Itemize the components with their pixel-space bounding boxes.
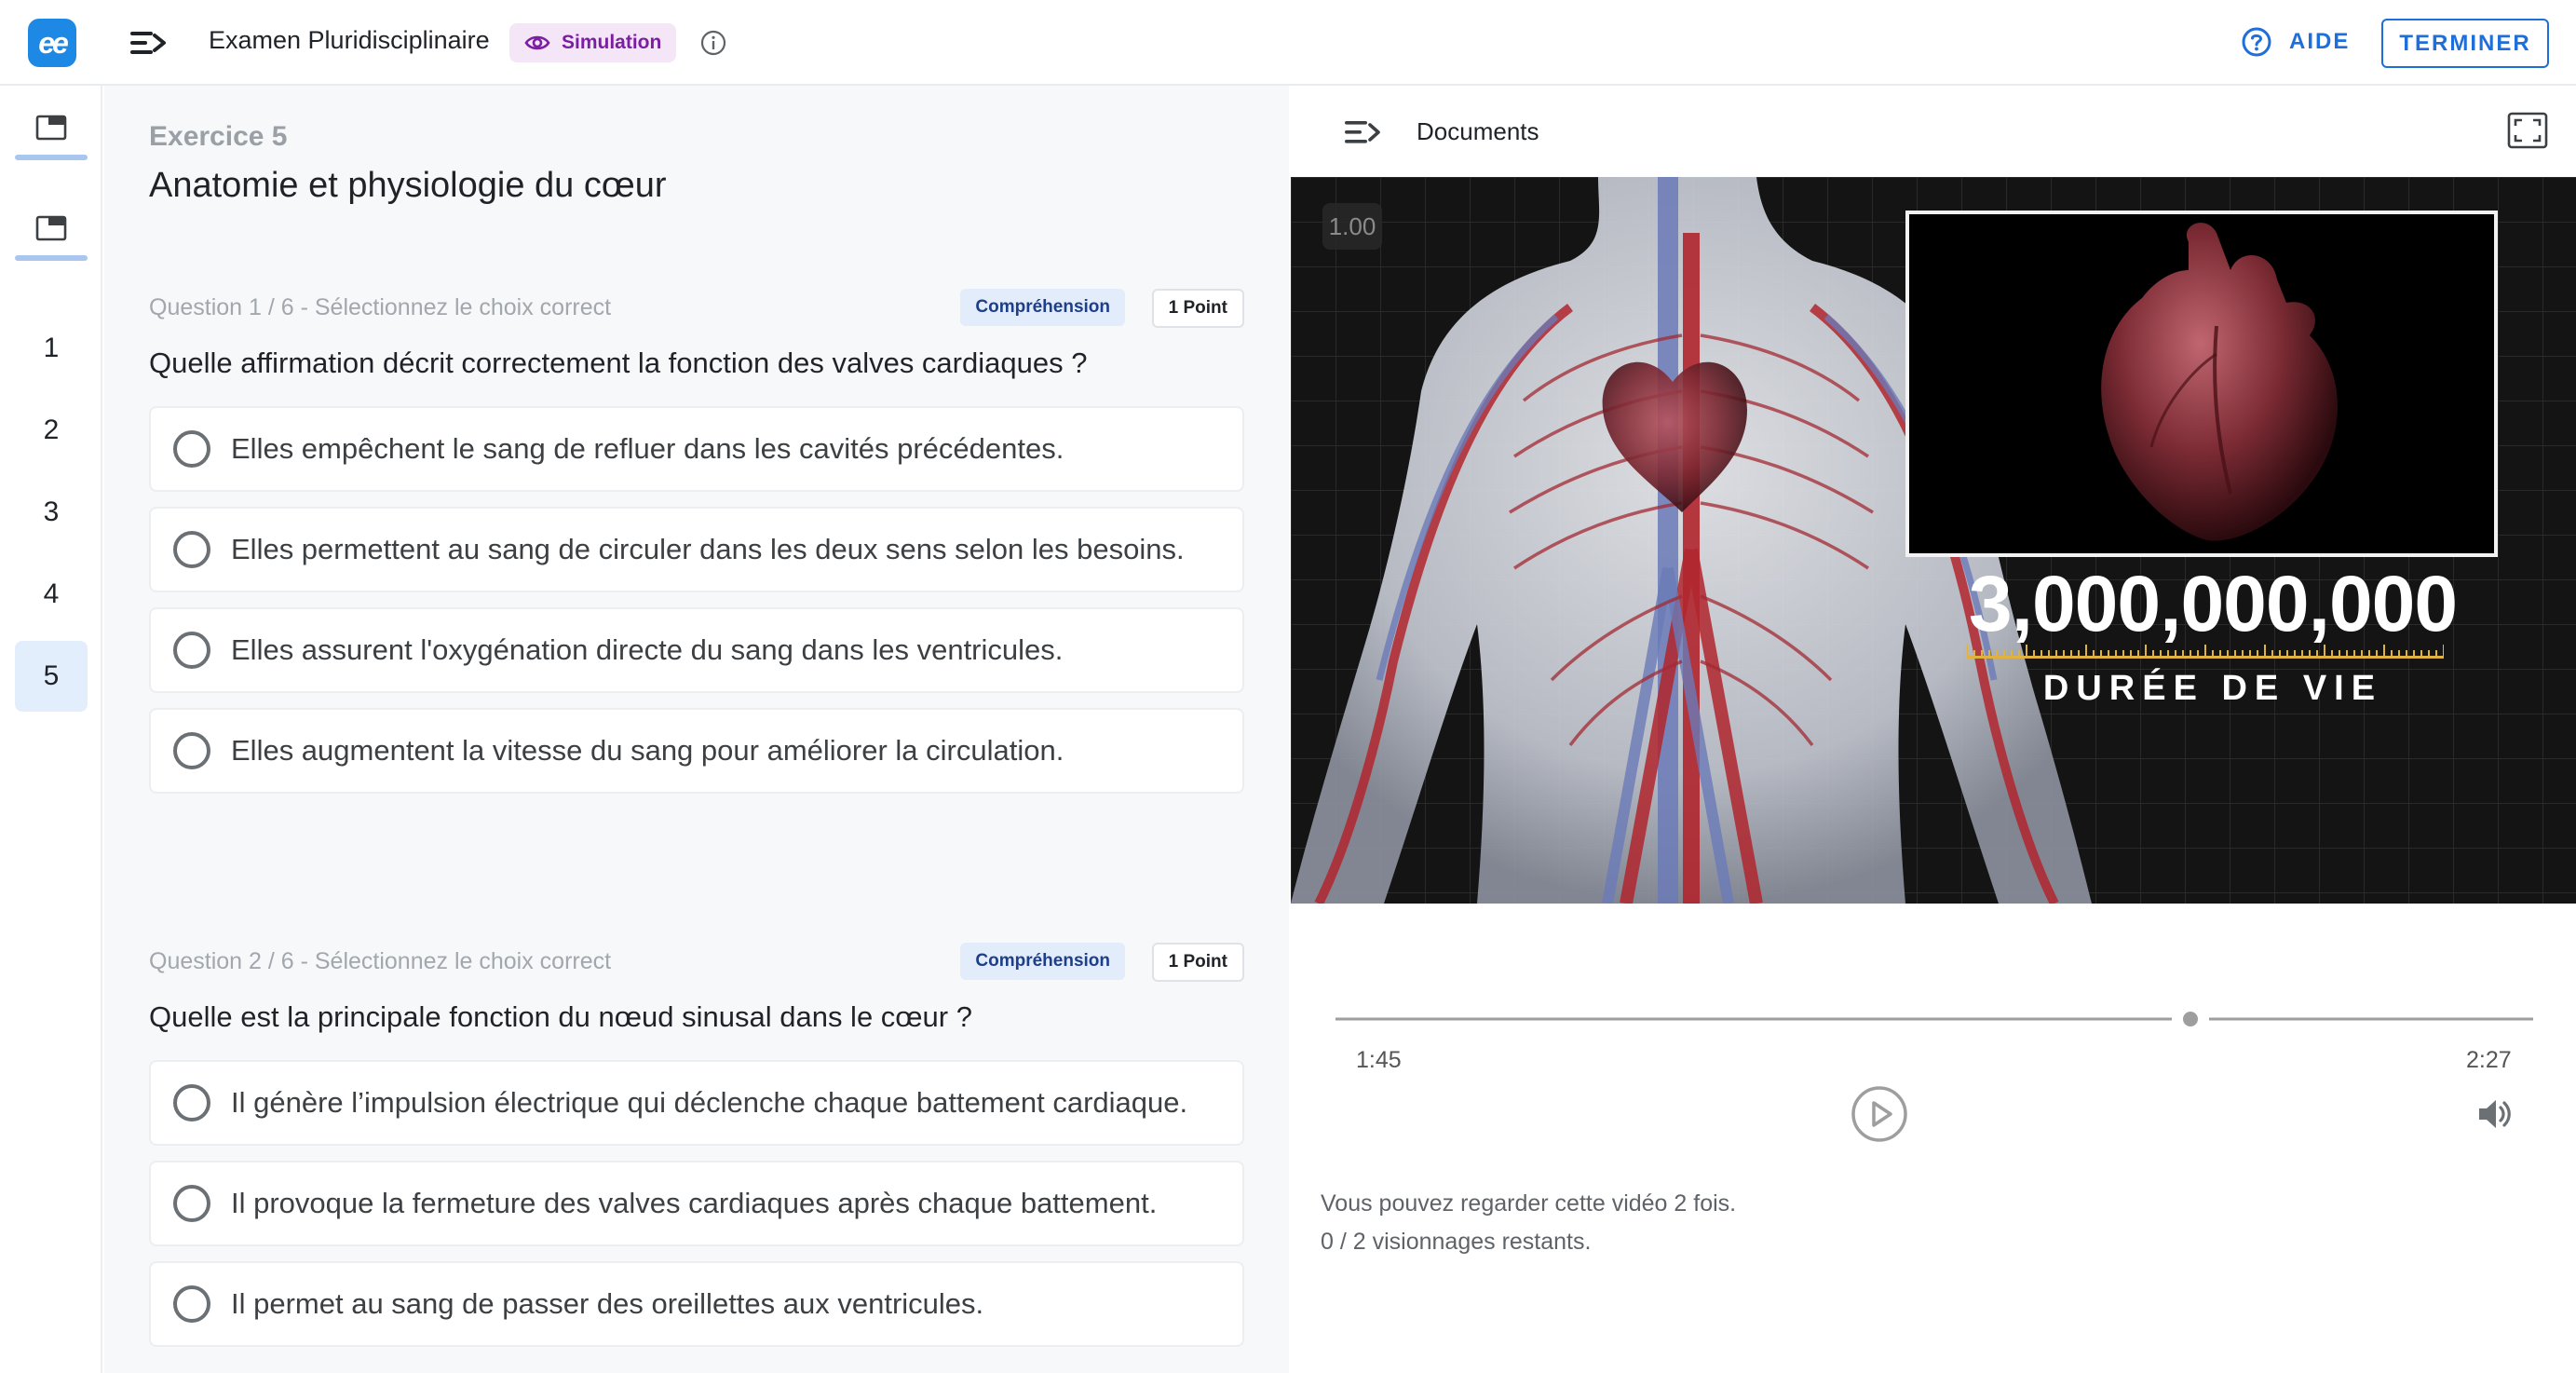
question-text: Quelle est la principale fonction du nœu… [149,1000,972,1033]
help-icon [2242,27,2271,57]
answer-option-label: Elles empêchent le sang de refluer dans … [231,432,1064,465]
heart-illustration [2101,223,2338,541]
document-icon [35,115,67,141]
total-time: 2:27 [2466,1047,2512,1073]
rail-document-toggle-1[interactable] [15,101,88,168]
document-icon [35,215,67,241]
answer-option[interactable]: Elles empêchent le sang de refluer dans … [149,406,1244,492]
simulation-badge: Simulation [509,23,677,62]
answer-option-label: Elles assurent l'oxygénation directe du … [231,633,1064,666]
answer-option[interactable]: Elles permettent au sang de circuler dan… [149,507,1244,592]
question-skill-tag: Compréhension [960,943,1125,980]
simulation-badge-label: Simulation [562,32,662,53]
answer-options: Elles empêchent le sang de refluer dans … [149,406,1244,794]
question-points-badge: 1 Point [1151,943,1244,982]
fullscreen-icon[interactable] [2507,112,2548,149]
top-bar: ee Examen Pluridisciplinaire Simulation … [0,0,2576,86]
radio-button[interactable] [173,732,210,769]
documents-menu-icon[interactable] [1343,116,1382,149]
current-time: 1:45 [1356,1047,1402,1073]
question-text: Quelle affirmation décrit correctement l… [149,347,1088,379]
answer-option[interactable]: Elles augmentent la vitesse du sang pour… [149,708,1244,794]
rail-question-4[interactable]: 4 [15,559,88,630]
info-icon[interactable] [700,30,726,56]
menu-toggle-icon[interactable] [129,24,168,61]
remaining-views-line: 0 / 2 visionnages restants. [1321,1229,1592,1255]
overlay-ruler [1967,645,2444,659]
radio-button[interactable] [173,632,210,669]
answer-option-label: Elles permettent au sang de circuler dan… [231,533,1185,565]
rail-question-3[interactable]: 3 [15,477,88,548]
overlay-number: 3,000,000,000 [1968,560,2458,647]
rail-document-toggle-2[interactable] [15,201,88,268]
question-block-2: Question 2 / 6 - Sélectionnez le choix c… [149,943,1244,1362]
documents-panel: Documents 1.00 3,000,000,000 DURÉE DE VI… [1291,86,2576,1373]
answer-option-label: Il provoque la fermeture des valves card… [231,1187,1158,1219]
volume-icon[interactable] [2474,1094,2515,1135]
rail-document-underline [15,155,88,160]
answer-option[interactable]: Il provoque la fermeture des valves card… [149,1161,1244,1246]
answer-option[interactable]: Il permet au sang de passer des oreillet… [149,1261,1244,1347]
viewing-limit-note: Vous pouvez regarder cette vidéo 2 fois.… [1321,1185,1736,1261]
answer-option-label: Il permet au sang de passer des oreillet… [231,1287,984,1320]
exercise-navigation-rail: 1 2 3 4 5 [0,86,102,1373]
radio-button[interactable] [173,430,210,468]
exam-title: Examen Pluridisciplinaire [209,26,490,54]
rail-question-2[interactable]: 2 [15,395,88,466]
question-skill-tag: Compréhension [960,289,1125,326]
playback-speed-badge[interactable]: 1.00 [1322,203,1382,250]
answer-option[interactable]: Il génère l’impulsion électrique qui déc… [149,1060,1244,1146]
radio-button[interactable] [173,1285,210,1323]
help-button[interactable]: AIDE [2241,26,2350,58]
exercise-label: Exercice 5 [149,121,288,152]
rail-question-1[interactable]: 1 [15,313,88,384]
help-label: AIDE [2289,29,2351,54]
overlay-caption: DURÉE DE VIE [2042,669,2383,708]
eye-icon [524,35,550,50]
question-points-badge: 1 Point [1151,289,1244,328]
question-meta: Question 1 / 6 - Sélectionnez le choix c… [149,289,1244,330]
answer-option-label: Elles augmentent la vitesse du sang pour… [231,734,1064,767]
radio-button[interactable] [173,531,210,568]
radio-button[interactable] [173,1084,210,1122]
question-number-label: Question 1 / 6 - Sélectionnez le choix c… [149,294,612,320]
questions-panel[interactable]: Exercice 5 Anatomie et physiologie du cœ… [104,86,1289,1373]
documents-header: Documents [1291,86,2576,177]
play-icon[interactable] [1850,1084,1909,1144]
answer-options: Il génère l’impulsion électrique qui déc… [149,1060,1244,1347]
answer-option-label: Il génère l’impulsion électrique qui déc… [231,1086,1188,1119]
finish-button[interactable]: TERMINER [2381,19,2549,68]
answer-option[interactable]: Elles assurent l'oxygénation directe du … [149,607,1244,693]
exercise-title: Anatomie et physiologie du cœur [149,166,667,205]
radio-button[interactable] [173,1185,210,1222]
video-seek-bar[interactable] [1335,1008,2533,1030]
question-meta: Question 2 / 6 - Sélectionnez le choix c… [149,943,1244,984]
question-block-1: Question 1 / 6 - Sélectionnez le choix c… [149,289,1244,809]
logo-icon[interactable]: ee [28,19,76,67]
seek-thumb [2183,1012,2198,1026]
documents-title: Documents [1417,117,1539,145]
question-number-label: Question 2 / 6 - Sélectionnez le choix c… [149,948,612,974]
rail-document-underline [15,255,88,261]
viewing-limit-line: Vous pouvez regarder cette vidéo 2 fois. [1321,1190,1737,1217]
rail-question-5[interactable]: 5 [15,641,88,712]
heart-inset-frame [1905,211,2498,557]
video-player[interactable]: 1.00 3,000,000,000 DURÉE DE VIE [1291,177,2576,904]
